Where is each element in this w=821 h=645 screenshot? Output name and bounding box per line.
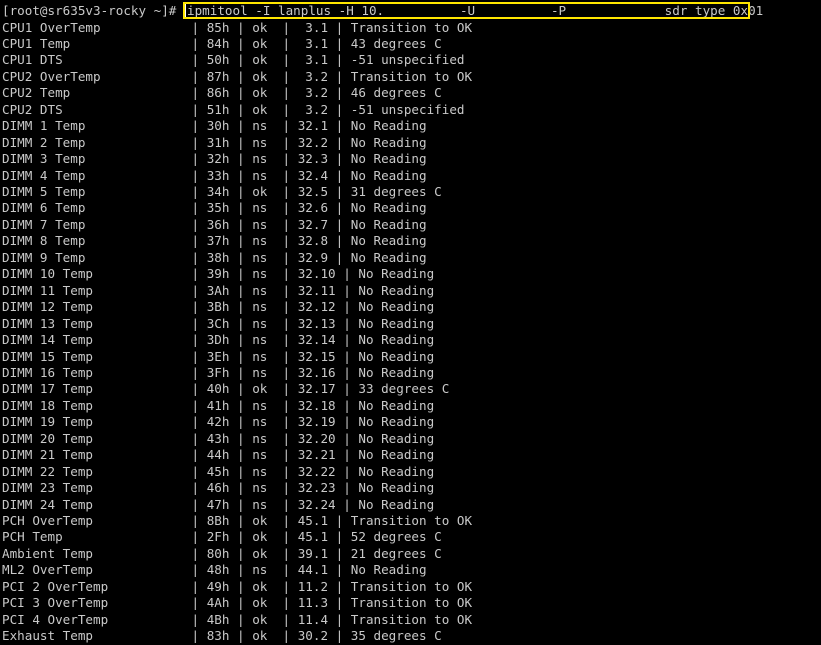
sensor-row: DIMM 13 Temp | 3Ch | ns | 32.13 | No Rea… [2, 315, 435, 331]
sensor-row: DIMM 6 Temp | 35h | ns | 32.6 | No Readi… [2, 200, 427, 216]
command-line[interactable]: ipmitool -I lanplus -H 10. -U -P sdr typ… [187, 3, 763, 19]
sensor-row: DIMM 1 Temp | 30h | ns | 32.1 | No Readi… [2, 118, 427, 134]
sensor-row: DIMM 5 Temp | 34h | ok | 32.5 | 31 degre… [2, 184, 442, 199]
sensor-row: PCI 4 OverTemp | 4Bh | ok | 11.4 | Trans… [2, 611, 473, 627]
sensor-row: DIMM 9 Temp | 38h | ns | 32.9 | No Readi… [2, 249, 427, 265]
sensor-row: DIMM 15 Temp | 3Eh | ns | 32.15 | No Rea… [2, 348, 435, 364]
sensor-row: Exhaust Temp | 83h | ok | 30.2 | 35 degr… [2, 628, 442, 644]
sensor-row: DIMM 17 Temp | 40h | ok | 32.17 | 33 deg… [2, 381, 450, 397]
sensor-row: CPU1 DTS | 50h | ok | 3.1 | -51 unspecif… [2, 52, 465, 68]
sensor-row: DIMM 18 Temp | 41h | ns | 32.18 | No Rea… [2, 397, 435, 413]
sensor-row: DIMM 24 Temp | 47h | ns | 32.24 | No Rea… [2, 496, 435, 512]
sensor-row: DIMM 8 Temp | 37h | ns | 32.8 | No Readi… [2, 233, 427, 249]
sensor-row: DIMM 14 Temp | 3Dh | ns | 32.14 | No Rea… [2, 332, 435, 348]
sensor-row: DIMM 11 Temp | 3Ah | ns | 32.11 | No Rea… [2, 282, 435, 298]
sensor-row: PCI 2 OverTemp | 49h | ok | 11.2 | Trans… [2, 578, 473, 594]
sensor-row: DIMM 12 Temp | 3Bh | ns | 32.12 | No Rea… [2, 299, 435, 315]
sensor-row: PCH Temp | 2Fh | ok | 45.1 | 52 degrees … [2, 529, 442, 545]
sensor-row: CPU2 OverTemp | 87h | ok | 3.2 | Transit… [2, 68, 473, 84]
sensor-row: CPU1 OverTemp | 85h | ok | 3.1 | Transit… [2, 19, 473, 35]
sensor-row: PCI 3 OverTemp | 4Ah | ok | 11.3 | Trans… [2, 595, 473, 611]
terminal-window[interactable]: [root@sr635v3-rocky ~]# ipmitool -I lanp… [0, 0, 821, 645]
sensor-row: DIMM 7 Temp | 36h | ns | 32.7 | No Readi… [2, 216, 427, 232]
sensor-row: PCH OverTemp | 8Bh | ok | 45.1 | Transit… [2, 513, 473, 528]
sensor-row: DIMM 21 Temp | 44h | ns | 32.21 | No Rea… [2, 447, 435, 463]
sensor-row: CPU1 Temp | 84h | ok | 3.1 | 43 degrees … [2, 35, 442, 51]
sensor-row: DIMM 23 Temp | 46h | ns | 32.23 | No Rea… [2, 480, 435, 496]
sensor-row: DIMM 10 Temp | 39h | ns | 32.10 | No Rea… [2, 266, 435, 282]
sensor-row: DIMM 16 Temp | 3Fh | ns | 32.16 | No Rea… [2, 364, 435, 380]
text-cursor [183, 4, 186, 18]
sensor-row: DIMM 19 Temp | 42h | ns | 32.19 | No Rea… [2, 414, 435, 430]
sensor-row: DIMM 3 Temp | 32h | ns | 32.3 | No Readi… [2, 151, 427, 167]
sensor-row: DIMM 20 Temp | 43h | ns | 32.20 | No Rea… [2, 430, 435, 446]
sensor-row: DIMM 2 Temp | 31h | ns | 32.2 | No Readi… [2, 134, 427, 150]
sensor-row: ML2 OverTemp | 48h | ns | 44.1 | No Read… [2, 562, 427, 578]
sensor-row: CPU2 DTS | 51h | ok | 3.2 | -51 unspecif… [2, 101, 465, 117]
sensor-row: Ambient Temp | 80h | ok | 39.1 | 21 degr… [2, 545, 442, 561]
sensor-row: CPU2 Temp | 86h | ok | 3.2 | 46 degrees … [2, 85, 442, 101]
shell-prompt: [root@sr635v3-rocky ~]# [2, 3, 177, 18]
sensor-row: DIMM 4 Temp | 33h | ns | 32.4 | No Readi… [2, 167, 427, 183]
sensor-row: DIMM 22 Temp | 45h | ns | 32.22 | No Rea… [2, 463, 435, 479]
